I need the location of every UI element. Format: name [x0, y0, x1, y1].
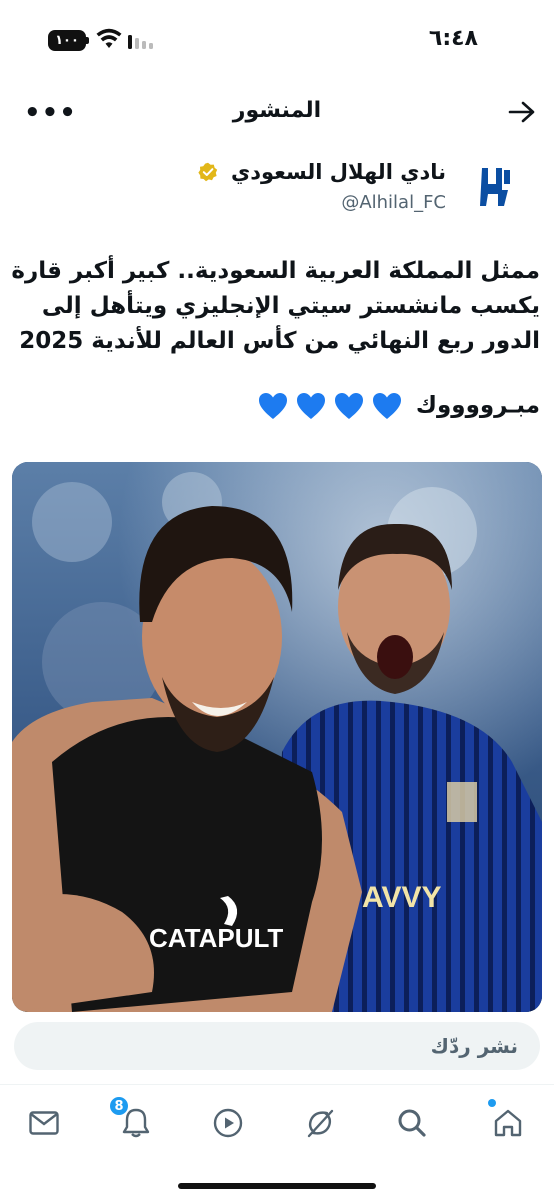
status-bar: ١٠٠ ٦:٤٨: [0, 0, 554, 80]
post-text: ممثل المملكة العربية السعودية.. كبير أكب…: [10, 254, 540, 359]
signal-icon: [128, 35, 153, 49]
notification-badge: 8: [108, 1095, 130, 1117]
nav-grok[interactable]: [298, 1101, 342, 1145]
search-icon: [398, 1109, 426, 1137]
blue-heart-icon: [334, 393, 363, 419]
post-photo[interactable]: AVVY CATAPULT: [12, 462, 542, 1012]
battery-icon: ١٠٠: [48, 30, 86, 51]
sponsor-text: AVVY: [362, 881, 441, 914]
post-line-3: الدور ربع النهائي من كأس العالم للأندية …: [19, 328, 540, 354]
club-logo[interactable]: [474, 164, 514, 210]
post-line-1: ممثل المملكة العربية السعودية.. كبير أكب…: [11, 258, 540, 284]
arrow-icon[interactable]: [508, 100, 536, 124]
grok-icon: [307, 1109, 334, 1138]
home-indicator: [178, 1183, 376, 1189]
post-author[interactable]: نادي الهلال السعودي @Alhilal_FC: [24, 160, 524, 220]
nav-search[interactable]: [390, 1101, 434, 1145]
status-time: ٦:٤٨: [428, 26, 478, 51]
post-header: ••• المنشور: [0, 88, 554, 138]
home-icon: [494, 1109, 522, 1137]
blue-heart-icon: [258, 393, 287, 419]
wifi-icon: [96, 28, 122, 48]
reply-placeholder: نشر ردّك: [430, 1034, 518, 1058]
reply-input[interactable]: نشر ردّك: [14, 1022, 540, 1070]
author-name: نادي الهلال السعودي: [230, 160, 446, 184]
mail-icon: [29, 1111, 59, 1135]
battery-level: ١٠٠: [55, 33, 79, 48]
author-handle[interactable]: @Alhilal_FC: [341, 192, 446, 213]
post-line-2: يكسب مانشستر سيتي الإنجليزي ويتأهل إلى: [41, 293, 540, 319]
battery-tip: [86, 37, 89, 44]
nav-video[interactable]: [206, 1101, 250, 1145]
blue-heart-icon: [296, 393, 325, 419]
nav-messages[interactable]: [22, 1101, 66, 1145]
blue-heart-icon: [372, 393, 401, 419]
post-congrats-line: مبـرووووك: [258, 392, 540, 420]
play-icon: [213, 1108, 243, 1138]
bottom-nav: 8: [0, 1084, 554, 1200]
home-new-dot: [488, 1099, 496, 1107]
verified-badge-icon: [198, 162, 217, 182]
hearts: [258, 392, 402, 420]
nav-notifications[interactable]: 8: [108, 1095, 158, 1145]
author-name-row: نادي الهلال السعودي: [198, 160, 446, 184]
nav-home[interactable]: [486, 1099, 530, 1145]
jersey-text: CATAPULT: [149, 923, 283, 953]
congrats-text: مبـرووووك: [415, 392, 540, 419]
photo-illustration: AVVY CATAPULT: [12, 462, 542, 1012]
page-title: المنشور: [232, 98, 322, 123]
reply-bar: نشر ردّك: [0, 1014, 554, 1084]
